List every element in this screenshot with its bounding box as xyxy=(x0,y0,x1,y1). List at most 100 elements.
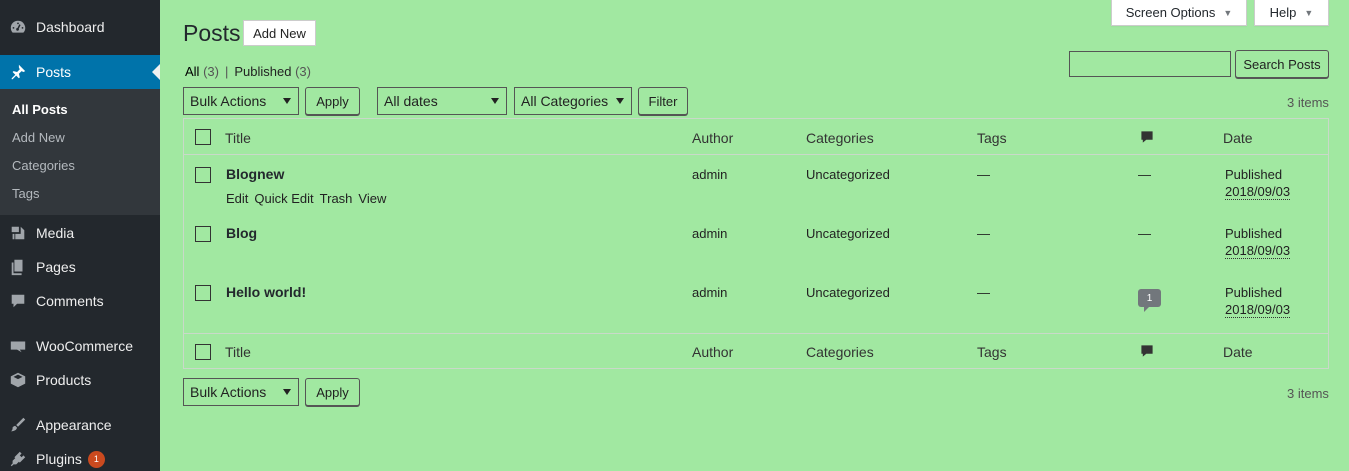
pin-icon xyxy=(0,63,36,81)
triangle-down-icon: ▼ xyxy=(1223,7,1233,18)
menu-pages-label: Pages xyxy=(36,259,76,275)
post-date: Published 2018/09/03 xyxy=(1225,224,1291,259)
post-tags: — xyxy=(977,226,990,241)
filter-published-count: (3) xyxy=(295,64,311,79)
menu-media[interactable]: Media xyxy=(0,216,160,250)
filter-button[interactable]: Filter xyxy=(638,87,688,115)
column-tags: Tags xyxy=(977,130,1007,146)
column-date-footer[interactable]: Date xyxy=(1223,344,1253,360)
quick-edit-link[interactable]: Quick Edit xyxy=(254,191,313,206)
menu-pages[interactable]: Pages xyxy=(0,250,160,284)
column-title-footer[interactable]: Title xyxy=(225,344,251,360)
comments-column-icon[interactable] xyxy=(1140,344,1154,361)
menu-woocommerce-label: WooCommerce xyxy=(36,338,133,354)
posts-submenu: All Posts Add New Categories Tags xyxy=(0,89,160,215)
dates-select[interactable]: All dates xyxy=(377,87,507,115)
menu-appearance-label: Appearance xyxy=(36,417,112,433)
menu-comments-label: Comments xyxy=(36,293,104,309)
admin-sidebar: Dashboard Posts All Posts Add New Catego… xyxy=(0,0,160,471)
comment-count-bubble[interactable]: 1 xyxy=(1138,289,1161,312)
pages-icon xyxy=(0,258,36,276)
apply-button-bottom[interactable]: Apply xyxy=(305,378,360,406)
edit-link[interactable]: Edit xyxy=(226,191,248,206)
post-author[interactable]: admin xyxy=(692,167,727,182)
plug-icon xyxy=(0,450,36,468)
items-count-bottom: 3 items xyxy=(1287,386,1329,401)
post-tags: — xyxy=(977,167,990,182)
column-tags-footer: Tags xyxy=(977,344,1007,360)
post-categories[interactable]: Uncategorized xyxy=(806,226,890,241)
woo-icon xyxy=(0,337,36,355)
post-categories[interactable]: Uncategorized xyxy=(806,285,890,300)
menu-dashboard[interactable]: Dashboard xyxy=(0,10,160,44)
menu-woocommerce[interactable]: WooCommerce xyxy=(0,329,160,363)
bulk-actions-select-top[interactable]: Bulk Actions xyxy=(183,87,299,115)
media-icon xyxy=(0,224,36,242)
table-row: Blog admin Uncategorized — — Published 2… xyxy=(184,215,1328,274)
add-new-button[interactable]: Add New xyxy=(243,20,316,46)
submenu-categories[interactable]: Categories xyxy=(0,152,160,180)
select-all-checkbox-footer[interactable] xyxy=(195,344,211,360)
column-author-footer: Author xyxy=(692,344,734,360)
screen-options-button[interactable]: Screen Options ▼ xyxy=(1111,0,1247,26)
categories-select[interactable]: All Categories xyxy=(514,87,632,115)
post-date: Published 2018/09/03 xyxy=(1225,283,1291,318)
post-author[interactable]: admin xyxy=(692,226,727,241)
menu-posts-label: Posts xyxy=(36,64,72,80)
post-title-link[interactable]: Blog xyxy=(226,225,257,241)
search-input[interactable] xyxy=(1069,51,1231,77)
plugins-update-badge: 1 xyxy=(87,450,105,468)
menu-comments[interactable]: Comments xyxy=(0,284,160,318)
trash-link[interactable]: Trash xyxy=(320,191,353,206)
row-checkbox[interactable] xyxy=(195,226,211,242)
menu-dashboard-label: Dashboard xyxy=(36,19,105,35)
column-categories: Categories xyxy=(806,130,874,146)
post-comments: — xyxy=(1138,226,1151,241)
submenu-add-new[interactable]: Add New xyxy=(0,124,160,152)
column-categories-footer: Categories xyxy=(806,344,874,360)
search-posts-button[interactable]: Search Posts xyxy=(1235,50,1329,78)
categories-value: All Categories xyxy=(521,93,609,109)
post-date: Published 2018/09/03 xyxy=(1225,165,1291,200)
post-title-link[interactable]: Hello world! xyxy=(226,284,306,300)
box-icon xyxy=(0,371,36,389)
menu-products[interactable]: Products xyxy=(0,363,160,397)
caret-down-icon xyxy=(491,98,499,104)
post-status: Published xyxy=(1225,167,1283,182)
help-button[interactable]: Help ▼ xyxy=(1254,0,1329,26)
column-title[interactable]: Title xyxy=(225,130,251,146)
post-author[interactable]: admin xyxy=(692,285,727,300)
bulk-actions-value: Bulk Actions xyxy=(190,384,267,400)
menu-plugins-label: Plugins xyxy=(36,451,82,467)
dates-value: All dates xyxy=(384,93,438,109)
bulk-actions-select-bottom[interactable]: Bulk Actions xyxy=(183,378,299,406)
comment-icon xyxy=(0,292,36,310)
post-title-link[interactable]: Blognew xyxy=(226,166,284,182)
view-link[interactable]: View xyxy=(358,191,386,206)
post-categories[interactable]: Uncategorized xyxy=(806,167,890,182)
table-header: Title Author Categories Tags Date xyxy=(184,119,1328,155)
menu-posts[interactable]: Posts xyxy=(0,55,160,89)
menu-plugins[interactable]: Plugins 1 xyxy=(0,442,160,471)
caret-down-icon xyxy=(283,389,291,395)
post-date-value: 2018/09/03 xyxy=(1225,302,1291,318)
filter-all-link[interactable]: All (3) xyxy=(185,64,219,79)
select-all-checkbox[interactable] xyxy=(195,129,211,145)
row-actions: Edit Quick Edit Trash View xyxy=(226,191,386,206)
post-status: Published xyxy=(1225,226,1283,241)
post-date-value: 2018/09/03 xyxy=(1225,243,1291,259)
post-status: Published xyxy=(1225,285,1283,300)
status-filter-links: All (3) | Published (3) xyxy=(185,64,311,79)
filter-published-link[interactable]: Published (3) xyxy=(234,64,311,79)
row-checkbox[interactable] xyxy=(195,167,211,183)
post-tags: — xyxy=(977,285,990,300)
submenu-tags[interactable]: Tags xyxy=(0,180,160,208)
table-row: Blognew Edit Quick Edit Trash View admin… xyxy=(184,156,1328,215)
comments-column-icon[interactable] xyxy=(1140,130,1154,147)
filter-published-label: Published xyxy=(234,64,292,79)
row-checkbox[interactable] xyxy=(195,285,211,301)
submenu-all-posts[interactable]: All Posts xyxy=(0,96,160,124)
column-date[interactable]: Date xyxy=(1223,130,1253,146)
menu-appearance[interactable]: Appearance xyxy=(0,408,160,442)
apply-button-top[interactable]: Apply xyxy=(305,87,360,115)
